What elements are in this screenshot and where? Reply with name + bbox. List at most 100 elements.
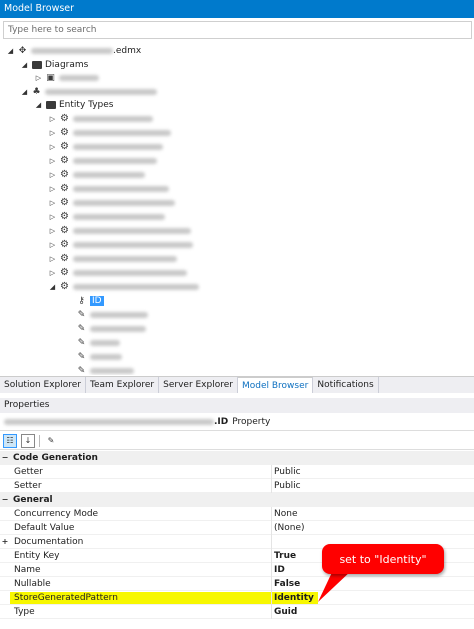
tree-item-entity[interactable]: ▷ ⚙ bbox=[48, 154, 157, 167]
blurred-property-name bbox=[90, 353, 122, 360]
tab-solution-explorer[interactable]: Solution Explorer bbox=[0, 377, 86, 393]
model-tree: ◢ ✥ .edmx ◢ Diagrams ▷ ▣ ◢ ♣ ◢ Entity Ty… bbox=[0, 41, 474, 375]
tree-item-entity[interactable]: ▷ ⚙ bbox=[48, 238, 193, 251]
tab-server-explorer[interactable]: Server Explorer bbox=[159, 377, 238, 393]
property-row-default-value[interactable]: Default Value (None) bbox=[0, 521, 474, 535]
wrench-icon: ✎ bbox=[77, 323, 86, 334]
tree-item-entity[interactable]: ▷ ⚙ bbox=[48, 224, 191, 237]
collapsed-arrow-icon[interactable]: ▷ bbox=[34, 74, 43, 82]
property-value[interactable]: True bbox=[274, 551, 296, 561]
tab-notifications[interactable]: Notifications bbox=[313, 377, 379, 393]
alphabetical-icon[interactable]: ↓ bbox=[21, 433, 35, 448]
property-row-setter[interactable]: Setter Public bbox=[0, 479, 474, 493]
blurred-entity-name bbox=[73, 115, 153, 122]
tree-item-entity[interactable]: ▷ ⚙ bbox=[48, 112, 153, 125]
search-input[interactable]: Type here to search bbox=[3, 21, 472, 39]
namespace-icon: ♣ bbox=[32, 86, 41, 97]
tree-item-entity[interactable]: ▷ ⚙ bbox=[48, 168, 145, 181]
tree-item-entity[interactable]: ▷ ⚙ bbox=[48, 266, 187, 279]
category-code-generation[interactable]: − Code Generation bbox=[0, 451, 474, 465]
collapsed-arrow-icon[interactable]: ▷ bbox=[48, 185, 57, 193]
collapsed-arrow-icon[interactable]: ▷ bbox=[48, 171, 57, 179]
property-id-label: ID bbox=[90, 295, 104, 306]
property-value[interactable]: Guid bbox=[274, 607, 297, 617]
category-label: General bbox=[13, 494, 53, 505]
expanded-arrow-icon[interactable]: ◢ bbox=[6, 47, 15, 55]
entity-icon: ⚙ bbox=[60, 225, 69, 236]
blurred-entity-name bbox=[73, 283, 199, 290]
tree-item-entity-expanded[interactable]: ◢ ⚙ bbox=[48, 280, 199, 293]
tree-item-entity-types[interactable]: ◢ Entity Types bbox=[34, 98, 114, 111]
tree-item-property[interactable]: ✎ bbox=[74, 322, 146, 335]
tree-item-property[interactable]: ✎ bbox=[74, 336, 120, 349]
diagram-icon: ▣ bbox=[46, 72, 55, 83]
collapse-icon[interactable]: − bbox=[0, 453, 10, 462]
tree-item-model-namespace[interactable]: ◢ ♣ bbox=[20, 85, 157, 98]
blurred-entity-name bbox=[73, 241, 193, 248]
collapsed-arrow-icon[interactable]: ▷ bbox=[48, 143, 57, 151]
property-grid: − Code Generation Getter Public Setter P… bbox=[0, 451, 474, 619]
tree-item-entity[interactable]: ▷ ⚙ bbox=[48, 126, 171, 139]
properties-toolbar: ☷ ↓ ✎ bbox=[0, 432, 474, 450]
property-row-concurrency-mode[interactable]: Concurrency Mode None bbox=[0, 507, 474, 521]
expanded-arrow-icon[interactable]: ◢ bbox=[20, 88, 29, 96]
property-value[interactable]: (None) bbox=[274, 523, 305, 533]
toolbar-divider bbox=[39, 434, 40, 447]
property-value[interactable]: Identity bbox=[274, 593, 314, 603]
collapsed-arrow-icon[interactable]: ▷ bbox=[48, 227, 57, 235]
property-value[interactable]: None bbox=[274, 509, 297, 519]
property-value[interactable]: False bbox=[274, 579, 300, 589]
tree-item-property[interactable]: ✎ bbox=[74, 350, 122, 363]
property-row-nullable[interactable]: Nullable False bbox=[0, 577, 474, 591]
expand-icon[interactable]: + bbox=[0, 537, 10, 546]
tree-item-diagram[interactable]: ▷ ▣ bbox=[34, 71, 99, 84]
collapsed-arrow-icon[interactable]: ▷ bbox=[48, 255, 57, 263]
tree-item-entity[interactable]: ▷ ⚙ bbox=[48, 252, 177, 265]
wrench-icon: ✎ bbox=[77, 337, 86, 348]
entity-icon: ⚙ bbox=[60, 239, 69, 250]
category-label: Code Generation bbox=[13, 452, 98, 463]
category-general[interactable]: − General bbox=[0, 493, 474, 507]
property-name: Name bbox=[14, 564, 41, 575]
collapsed-arrow-icon[interactable]: ▷ bbox=[48, 213, 57, 221]
tree-item-property-selected[interactable]: ⚷ ID bbox=[74, 294, 104, 307]
collapsed-arrow-icon[interactable]: ▷ bbox=[48, 199, 57, 207]
property-row-store-generated-pattern[interactable]: StoreGeneratedPattern Identity bbox=[0, 591, 474, 605]
tree-item-entity[interactable]: ▷ ⚙ bbox=[48, 182, 169, 195]
collapsed-arrow-icon[interactable]: ▷ bbox=[48, 241, 57, 249]
entity-icon: ⚙ bbox=[60, 127, 69, 138]
tree-root[interactable]: ◢ ✥ .edmx bbox=[6, 44, 141, 57]
tab-team-explorer[interactable]: Team Explorer bbox=[86, 377, 160, 393]
property-name: Entity Key bbox=[14, 550, 60, 561]
tree-item-entity[interactable]: ▷ ⚙ bbox=[48, 140, 163, 153]
blurred-property-name bbox=[90, 339, 120, 346]
collapsed-arrow-icon[interactable]: ▷ bbox=[48, 269, 57, 277]
expanded-arrow-icon[interactable]: ◢ bbox=[48, 283, 57, 291]
categorized-icon[interactable]: ☷ bbox=[3, 433, 17, 448]
tree-item-property[interactable]: ✎ bbox=[74, 364, 134, 375]
tree-item-entity[interactable]: ▷ ⚙ bbox=[48, 196, 175, 209]
expanded-arrow-icon[interactable]: ◢ bbox=[20, 61, 29, 69]
property-value[interactable]: ID bbox=[274, 565, 285, 575]
wrench-icon: ✎ bbox=[77, 309, 86, 320]
blurred-property-name bbox=[90, 325, 146, 332]
key-icon: ⚷ bbox=[78, 295, 85, 306]
collapsed-arrow-icon[interactable]: ▷ bbox=[48, 115, 57, 123]
tree-item-property[interactable]: ✎ bbox=[74, 308, 148, 321]
tree-item-entity[interactable]: ▷ ⚙ bbox=[48, 210, 165, 223]
blurred-property-name bbox=[90, 367, 134, 374]
entity-icon: ⚙ bbox=[60, 155, 69, 166]
expanded-arrow-icon[interactable]: ◢ bbox=[34, 101, 43, 109]
collapsed-arrow-icon[interactable]: ▷ bbox=[48, 129, 57, 137]
property-value[interactable]: Public bbox=[274, 467, 301, 477]
properties-object-selector[interactable]: .ID Property bbox=[0, 414, 474, 431]
property-value[interactable]: Public bbox=[274, 481, 301, 491]
collapsed-arrow-icon[interactable]: ▷ bbox=[48, 157, 57, 165]
tab-model-browser[interactable]: Model Browser bbox=[237, 377, 314, 393]
property-row-getter[interactable]: Getter Public bbox=[0, 465, 474, 479]
property-row-type[interactable]: Type Guid bbox=[0, 605, 474, 619]
collapse-icon[interactable]: − bbox=[0, 495, 10, 504]
property-pages-wrench-icon[interactable]: ✎ bbox=[44, 434, 58, 448]
entity-icon: ⚙ bbox=[60, 211, 69, 222]
tree-item-diagrams[interactable]: ◢ Diagrams bbox=[20, 58, 89, 71]
